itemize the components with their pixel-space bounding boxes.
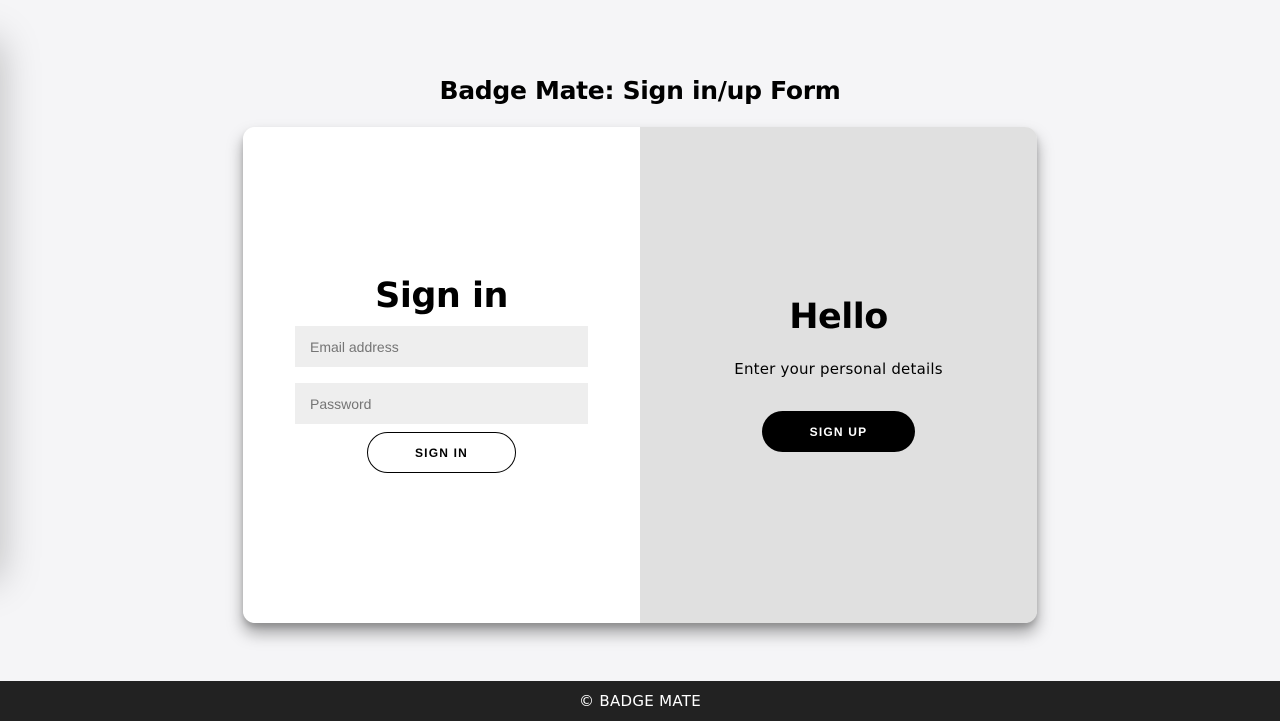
password-field[interactable]	[295, 383, 588, 424]
footer: © BADGE MATE	[0, 681, 1280, 721]
email-field[interactable]	[295, 326, 588, 367]
page-title: Badge Mate: Sign in/up Form	[439, 76, 841, 105]
signup-button[interactable]: SIGN UP	[762, 411, 915, 452]
signin-button[interactable]: SIGN IN	[367, 432, 516, 473]
signin-heading: Sign in	[375, 276, 508, 316]
signup-overlay-panel: Hello Enter your personal details SIGN U…	[640, 127, 1037, 623]
footer-copyright: © BADGE MATE	[578, 692, 702, 710]
hello-heading: Hello	[789, 297, 888, 337]
hello-subtitle: Enter your personal details	[734, 360, 943, 378]
auth-card: Sign in SIGN IN Hello Enter your persona…	[243, 127, 1037, 623]
signin-panel: Sign in SIGN IN	[243, 127, 640, 623]
